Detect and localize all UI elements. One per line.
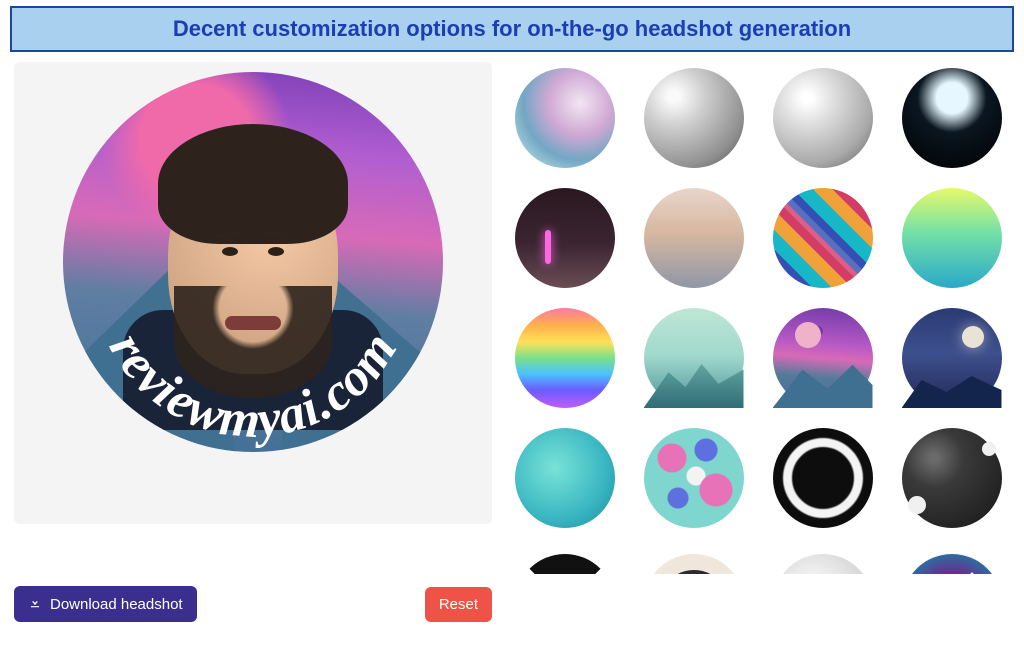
background-option[interactable] xyxy=(773,554,873,574)
background-option[interactable] xyxy=(644,68,744,168)
background-grid-overflow xyxy=(512,548,1004,574)
background-option[interactable] xyxy=(902,308,1002,408)
background-option[interactable] xyxy=(902,554,1002,574)
left-panel: reviewmyai.com Download headshot Reset xyxy=(14,62,492,622)
background-option[interactable] xyxy=(515,554,615,574)
download-icon xyxy=(28,595,42,613)
background-option[interactable] xyxy=(773,68,873,168)
background-option[interactable] xyxy=(644,554,744,574)
background-grid xyxy=(512,68,1004,528)
left-actions: Download headshot Reset xyxy=(14,572,492,622)
download-button-label: Download headshot xyxy=(50,596,183,613)
background-picker-panel xyxy=(506,62,1010,622)
info-banner: Decent customization options for on-the-… xyxy=(10,6,1014,52)
background-option[interactable] xyxy=(773,308,873,408)
app-shell: reviewmyai.com Download headshot Reset xyxy=(0,62,1024,634)
headshot-preview-area: reviewmyai.com xyxy=(14,62,492,524)
background-option[interactable] xyxy=(515,68,615,168)
background-option[interactable] xyxy=(515,428,615,528)
background-option[interactable] xyxy=(515,188,615,288)
background-option[interactable] xyxy=(902,428,1002,528)
headshot-preview[interactable]: reviewmyai.com xyxy=(63,72,443,452)
reset-button-label: Reset xyxy=(439,596,478,613)
reset-button[interactable]: Reset xyxy=(425,587,492,622)
background-option[interactable] xyxy=(515,308,615,408)
download-headshot-button[interactable]: Download headshot xyxy=(14,586,197,622)
background-option[interactable] xyxy=(773,188,873,288)
background-option[interactable] xyxy=(644,188,744,288)
subject-illustration xyxy=(143,118,363,418)
background-option[interactable] xyxy=(773,428,873,528)
background-option[interactable] xyxy=(902,188,1002,288)
info-banner-text: Decent customization options for on-the-… xyxy=(173,16,851,41)
background-option[interactable] xyxy=(902,68,1002,168)
background-option[interactable] xyxy=(644,428,744,528)
background-option[interactable] xyxy=(644,308,744,408)
